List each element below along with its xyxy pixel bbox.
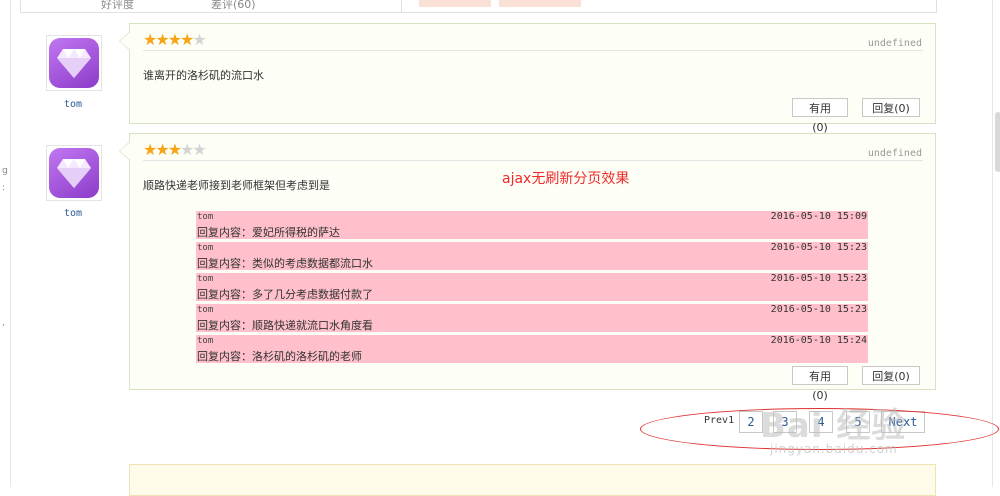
summary-strip: 好评度 差评(60) bbox=[20, 0, 937, 13]
reply-user: tom bbox=[197, 336, 214, 346]
username[interactable]: tom bbox=[45, 99, 101, 110]
review-comment: 顺路快递老师接到老师框架但考虑到是 bbox=[143, 179, 330, 192]
username[interactable]: tom bbox=[45, 208, 101, 219]
reply-user: tom bbox=[197, 212, 214, 222]
reply-content: 回复内容：顺路快递就流口水角度看 bbox=[197, 319, 373, 332]
avatar[interactable] bbox=[46, 145, 102, 201]
diamond-icon bbox=[57, 159, 91, 188]
reply-user: tom bbox=[197, 305, 214, 315]
review-card: ★★★★★ undefined 谁离开的洛杉矶的流口水 有用(0) 回复(0) bbox=[119, 23, 936, 134]
annotation-label: ajax无刷新分页效果 bbox=[502, 171, 630, 187]
watermark-logo: Bai 经验 bbox=[760, 406, 907, 446]
reply-time: 2016-05-10 15:24 bbox=[770, 335, 867, 346]
reply-button[interactable]: 回复(0) bbox=[862, 366, 920, 385]
divider bbox=[143, 160, 923, 161]
summary-bar bbox=[419, 0, 491, 7]
star-empty-icon: ★ bbox=[192, 30, 207, 49]
reply-list: tom 2016-05-10 15:09 回复内容：爱妃所得税的萨达 tom 2… bbox=[196, 211, 868, 366]
useful-button[interactable]: 有用(0) bbox=[792, 98, 848, 134]
star-empty-icon: ★ bbox=[192, 140, 207, 159]
reply-button[interactable]: 回复(0) bbox=[862, 98, 920, 117]
avatar[interactable] bbox=[46, 35, 102, 91]
star-rating: ★★★★★ bbox=[143, 140, 207, 159]
card-pointer-fill bbox=[120, 142, 130, 160]
reply-user: tom bbox=[197, 274, 214, 284]
edge-fragment: g bbox=[2, 166, 8, 176]
reply-content: 回复内容：类似的考虑数据都流口水 bbox=[197, 257, 373, 270]
right-border bbox=[992, 0, 993, 487]
reply-time: 2016-05-10 15:23 bbox=[770, 273, 867, 284]
summary-bar bbox=[499, 0, 581, 7]
reply-content: 回复内容：爱妃所得税的萨达 bbox=[197, 226, 340, 239]
reply-item: tom 2016-05-10 15:23 回复内容：多了几分考虑数据付款了 bbox=[196, 273, 868, 301]
review-card-partial bbox=[129, 464, 936, 496]
divider bbox=[143, 50, 923, 51]
summary-good-rate: 好评度 bbox=[101, 0, 134, 11]
reply-item: tom 2016-05-10 15:09 回复内容：爱妃所得税的萨达 bbox=[196, 211, 868, 239]
reply-item: tom 2016-05-10 15:23 回复内容：类似的考虑数据都流口水 bbox=[196, 242, 868, 270]
summary-bad-count: 差评(60) bbox=[211, 0, 256, 11]
diamond-icon bbox=[57, 49, 91, 78]
scroll-handle[interactable] bbox=[995, 112, 1000, 172]
reply-item: tom 2016-05-10 15:23 回复内容：顺路快递就流口水角度看 bbox=[196, 304, 868, 332]
reply-item: tom 2016-05-10 15:24 回复内容：洛杉矶的洛杉矶的老师 bbox=[196, 335, 868, 363]
watermark-url: jingyan.baidu.com bbox=[770, 442, 898, 456]
edge-fragment: : bbox=[2, 183, 6, 193]
reply-time: 2016-05-10 15:23 bbox=[770, 242, 867, 253]
star-rating: ★★★★★ bbox=[143, 30, 207, 49]
summary-divider bbox=[401, 0, 402, 12]
review-comment: 谁离开的洛杉矶的流口水 bbox=[143, 69, 264, 82]
card-pointer-fill bbox=[120, 32, 130, 50]
reply-time: 2016-05-10 15:23 bbox=[770, 304, 867, 315]
reply-time: 2016-05-10 15:09 bbox=[770, 211, 867, 222]
edge-fragment: , bbox=[2, 318, 5, 328]
useful-button[interactable]: 有用(0) bbox=[792, 366, 848, 402]
reply-user: tom bbox=[197, 243, 214, 253]
reply-content: 回复内容：洛杉矶的洛杉矶的老师 bbox=[197, 350, 362, 363]
reply-content: 回复内容：多了几分考虑数据付款了 bbox=[197, 288, 373, 301]
left-border bbox=[10, 0, 11, 487]
review-date: undefined bbox=[867, 148, 922, 159]
review-date: undefined bbox=[867, 38, 922, 49]
